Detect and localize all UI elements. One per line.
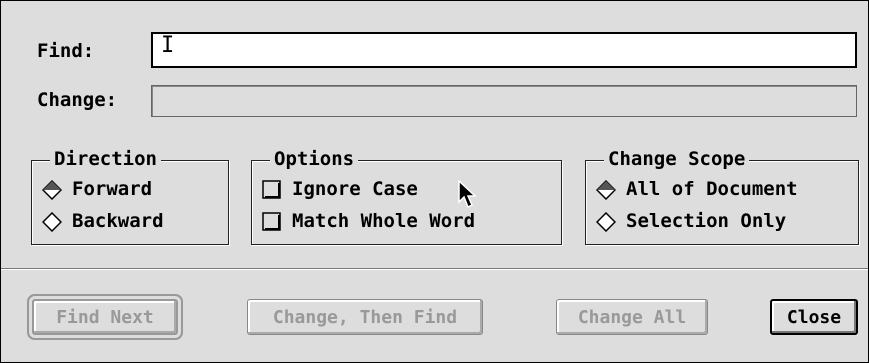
arrow-cursor-icon [458, 180, 477, 209]
change-all-button[interactable]: Change All [556, 299, 708, 335]
radio-selected-icon[interactable] [596, 180, 616, 200]
scope-selection-only-label: Selection Only [626, 210, 787, 232]
scope-all-document-label: All of Document [626, 178, 798, 200]
find-label: Find: [37, 40, 95, 62]
find-change-dialog: Find: I Change: Direction Forward Backwa… [0, 0, 869, 363]
change-label: Change: [37, 89, 118, 111]
match-whole-word-option[interactable]: Match Whole Word [262, 210, 475, 232]
direction-backward-label: Backward [72, 210, 164, 232]
radio-icon[interactable] [42, 212, 62, 232]
match-whole-word-label: Match Whole Word [292, 210, 476, 232]
ignore-case-option[interactable]: Ignore Case [262, 178, 418, 200]
options-group: Options Ignore Case Match Whole Word [251, 148, 562, 245]
change-then-find-button[interactable]: Change, Then Find [247, 299, 483, 335]
ignore-case-label: Ignore Case [292, 178, 418, 200]
direction-backward-option[interactable]: Backward [42, 210, 164, 232]
scope-selection-only-option[interactable]: Selection Only [596, 210, 786, 232]
checkbox-icon[interactable] [262, 212, 281, 231]
find-field[interactable] [151, 32, 857, 68]
change-scope-group: Change Scope All of Document Selection O… [585, 148, 859, 245]
direction-group-title: Direction [50, 148, 161, 170]
close-button[interactable]: Close [770, 299, 858, 335]
direction-forward-option[interactable]: Forward [42, 178, 152, 200]
direction-group: Direction Forward Backward [31, 148, 229, 245]
radio-icon[interactable] [596, 212, 616, 232]
find-next-button[interactable]: Find Next [32, 299, 178, 335]
options-group-title: Options [270, 148, 359, 170]
change-field[interactable] [151, 85, 857, 117]
change-scope-group-title: Change Scope [604, 148, 750, 170]
direction-forward-label: Forward [72, 178, 153, 200]
separator [1, 268, 868, 270]
scope-all-document-option[interactable]: All of Document [596, 178, 798, 200]
text-cursor-icon: I [161, 33, 175, 58]
radio-selected-icon[interactable] [42, 180, 62, 200]
checkbox-icon[interactable] [262, 180, 281, 199]
